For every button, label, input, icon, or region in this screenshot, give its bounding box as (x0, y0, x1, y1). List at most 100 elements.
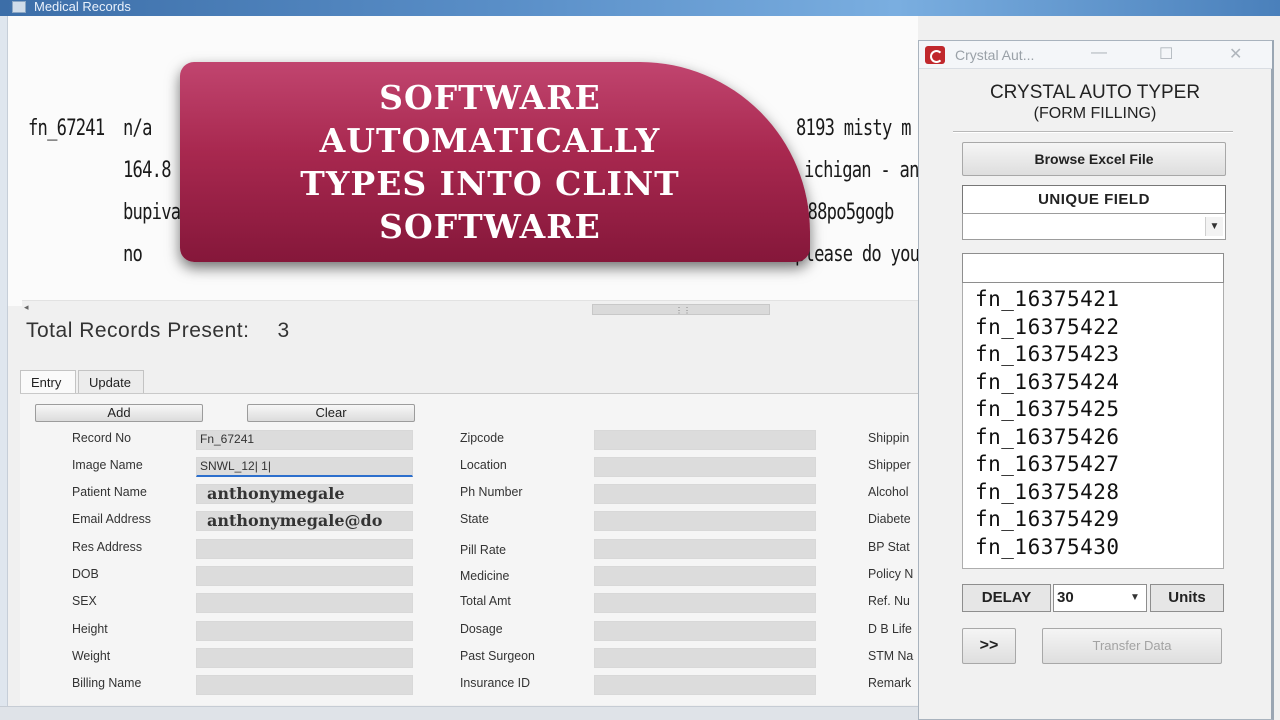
pill-rate-field[interactable] (594, 539, 816, 559)
chevron-down-icon[interactable]: ▼ (1205, 217, 1223, 236)
grid-cell[interactable]: 8193 misty m (796, 116, 911, 141)
list-item[interactable]: fn_16375429 (963, 506, 1223, 534)
typer-title-text: CRYSTAL AUTO TYPER (989, 82, 1201, 103)
typer-titlebar[interactable]: Crystal Aut... — ☐ ✕ (919, 41, 1272, 69)
main-window-bottom-edge (0, 706, 918, 720)
field-label: D B Life (868, 621, 912, 636)
chevron-down-icon[interactable]: ▼ (1127, 588, 1143, 608)
scrollbar-thumb[interactable]: ⋮⋮ (592, 304, 770, 315)
ph-number-field[interactable] (594, 484, 816, 504)
maximize-icon[interactable]: ☐ (1159, 44, 1173, 64)
field-label: Height (72, 621, 108, 636)
field-label: SEX (72, 593, 97, 608)
delay-value: 30 (1057, 589, 1074, 606)
dob-field[interactable] (196, 566, 413, 586)
grip-icon: ⋮⋮ (675, 306, 691, 315)
transfer-data-button[interactable]: Transfer Data (1042, 628, 1222, 664)
field-label: Dosage (460, 621, 503, 636)
insurance-id-field[interactable] (594, 675, 816, 695)
total-records-label: Total Records Present: (26, 319, 250, 342)
sex-field[interactable] (196, 593, 413, 613)
field-label: Shipper (868, 457, 911, 472)
field-label: Weight (72, 648, 111, 663)
list-item[interactable]: fn_16375428 (963, 479, 1223, 507)
list-item[interactable]: fn_16375423 (963, 341, 1223, 369)
minimize-icon[interactable]: — (1091, 44, 1107, 62)
banner-line: AUTOMATICALLY (319, 121, 661, 160)
browse-excel-button[interactable]: Browse Excel File (962, 142, 1226, 176)
medicine-field[interactable] (594, 566, 816, 586)
add-button[interactable]: Add (35, 404, 203, 422)
list-item[interactable]: fn_16375430 (963, 534, 1223, 562)
window-left-edge (0, 16, 8, 720)
image-name-field[interactable]: SNWL_12| 1| (196, 457, 413, 477)
height-field[interactable] (196, 621, 413, 641)
billing-name-field[interactable] (196, 675, 413, 695)
unique-field-label: UNIQUE FIELD (962, 185, 1226, 213)
dosage-field[interactable] (594, 621, 816, 641)
field-label: Medicine (460, 568, 510, 583)
next-button[interactable]: >> (962, 628, 1016, 664)
app-icon (12, 1, 26, 13)
grid-cell[interactable]: please do you (795, 242, 918, 267)
field-label: STM Na (868, 648, 914, 663)
delay-select[interactable]: 30 ▼ (1053, 584, 1147, 612)
field-label: Remark (868, 675, 912, 690)
field-label: Email Address (72, 511, 151, 526)
banner-text: SOFTWARE AUTOMATICALLY TYPES INTO CLINT … (180, 76, 800, 248)
field-label: State (460, 511, 489, 526)
list-item[interactable]: fn_16375422 (963, 314, 1223, 342)
field-label: Patient Name (72, 484, 147, 499)
clear-button[interactable]: Clear (247, 404, 415, 422)
list-item[interactable]: fn_16375421 (963, 286, 1223, 314)
record-no-field[interactable]: Fn_67241 (196, 430, 413, 450)
close-icon[interactable]: ✕ (1229, 44, 1242, 64)
entry-form: Add Clear Record No Image Name Patient N… (20, 393, 918, 705)
field-label: Alcohol (868, 484, 909, 499)
record-listbox[interactable]: fn_16375421 fn_16375422 fn_16375423 fn_1… (962, 283, 1224, 569)
location-field[interactable] (594, 457, 816, 477)
res-address-field[interactable] (196, 539, 413, 559)
list-item[interactable]: fn_16375426 (963, 424, 1223, 452)
total-records-count: 3 (277, 319, 290, 342)
main-window-titlebar: Medical Records (0, 0, 1280, 16)
typer-subtitle-text: (FORM FILLING) (1033, 105, 1157, 122)
field-label: Zipcode (460, 430, 504, 445)
crystal-auto-typer-window: Crystal Aut... — ☐ ✕ CRYSTAL AUTO TYPER … (918, 40, 1274, 720)
weight-field[interactable] (196, 648, 413, 668)
promo-banner: SOFTWARE AUTOMATICALLY TYPES INTO CLINT … (180, 62, 810, 262)
grid-cell[interactable]: no (123, 242, 143, 267)
field-label: Ref. Nu (868, 593, 910, 608)
list-item[interactable]: fn_16375427 (963, 451, 1223, 479)
field-label: Shippin (868, 430, 910, 445)
list-item[interactable]: fn_16375424 (963, 369, 1223, 397)
grid-cell[interactable]: n/a (123, 116, 152, 141)
tab-update[interactable]: Update (78, 370, 144, 394)
delay-row: DELAY 30 ▼ Units (962, 584, 1224, 612)
state-field[interactable] (594, 511, 816, 531)
patient-name-field[interactable]: anthonymegale (196, 484, 413, 504)
grid-cell[interactable]: ichigan - an (804, 158, 918, 183)
grid-horizontal-scrollbar[interactable]: ◂ ⋮⋮ (22, 300, 918, 318)
grid-cell[interactable]: fn_67241 (28, 116, 105, 141)
total-amt-field[interactable] (594, 593, 816, 613)
field-label: Image Name (72, 457, 143, 472)
field-label: Past Surgeon (460, 648, 535, 663)
zipcode-field[interactable] (594, 430, 816, 450)
field-label: DOB (72, 566, 99, 581)
record-search-input[interactable] (962, 253, 1224, 283)
main-window-title: Medical Records (34, 0, 131, 14)
total-records: Total Records Present: 3 (26, 319, 290, 343)
unique-field-select[interactable]: ▼ (962, 213, 1226, 240)
field-label: Billing Name (72, 675, 142, 690)
grid-cell[interactable]: 164.8 (123, 158, 172, 183)
tab-entry[interactable]: Entry (20, 370, 76, 395)
divider (953, 131, 1233, 133)
past-surgeon-field[interactable] (594, 648, 816, 668)
field-label: Record No (72, 430, 132, 445)
list-item[interactable]: fn_16375425 (963, 396, 1223, 424)
email-address-field[interactable]: anthonymegale@do (196, 511, 413, 531)
scroll-left-arrow-icon[interactable]: ◂ (24, 302, 29, 313)
grid-cell[interactable]: b88po5gogb (798, 200, 894, 225)
field-label: Ph Number (460, 484, 523, 499)
